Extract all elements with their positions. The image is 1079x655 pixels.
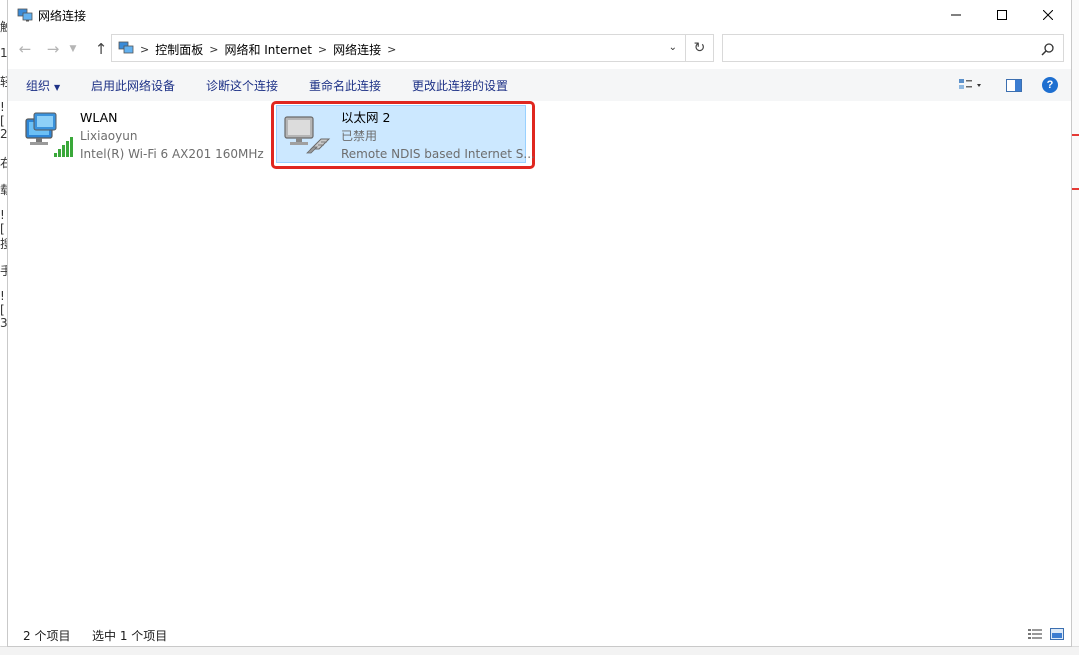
connection-status: Lixiaoyun <box>80 129 138 143</box>
connections-list: WLAN Lixiaoyun Intel(R) Wi-Fi 6 AX201 16… <box>8 101 1071 621</box>
close-icon <box>1043 10 1053 20</box>
navigation-bar: ← → ▼ ↑ > 控制面板 > 网络和 Internet > 网络连接 > ⌄… <box>8 34 1071 64</box>
address-bar[interactable]: > 控制面板 > 网络和 Internet > 网络连接 > ⌄ <box>111 34 686 62</box>
view-options-icon <box>959 79 981 89</box>
chevron-right-icon[interactable]: > <box>209 43 218 56</box>
enable-device-button[interactable]: 启用此网络设备 <box>91 77 175 94</box>
recent-locations-button[interactable]: ▼ <box>66 40 80 58</box>
background-document-right <box>1071 0 1079 654</box>
status-bar: 2 个项目 选中 1 个项目 <box>8 622 1071 646</box>
preview-pane-icon <box>1006 78 1022 92</box>
network-connections-window: 网络连接 ← → ▼ ↑ > 控制面板 > 网络和 Internet > 网络连… <box>8 0 1071 646</box>
close-button[interactable] <box>1025 0 1071 30</box>
arrow-up-icon: ↑ <box>94 40 108 58</box>
search-input[interactable] <box>722 34 1064 62</box>
item-count: 2 个项目 <box>23 629 71 643</box>
control-panel-icon <box>118 41 134 54</box>
maximize-icon <box>997 10 1007 20</box>
breadcrumb-item-network-connections[interactable]: 网络连接 <box>333 41 381 58</box>
back-button[interactable]: ← <box>14 40 36 58</box>
chevron-right-icon[interactable]: > <box>318 43 327 56</box>
details-view-icon[interactable] <box>1028 628 1042 640</box>
background-text: 1 <box>0 46 8 60</box>
breadcrumb-item-control-panel[interactable]: 控制面板 <box>155 41 203 58</box>
help-icon: ? <box>1042 77 1058 93</box>
selected-count: 选中 1 个项目 <box>92 629 168 643</box>
tiles-view-icon[interactable] <box>1050 628 1064 640</box>
connection-status: 已禁用 <box>341 129 378 143</box>
command-bar: 组织 ▼ 启用此网络设备 诊断这个连接 重命名此连接 更改此连接的设置 ? <box>8 69 1071 101</box>
breadcrumb: > 控制面板 > 网络和 Internet > 网络连接 > <box>140 41 396 58</box>
organize-menu[interactable]: 组织 ▼ <box>26 77 60 94</box>
up-button[interactable]: ↑ <box>90 40 112 58</box>
organize-label: 组织 <box>26 79 51 93</box>
background-text: 3 <box>0 316 8 330</box>
connection-item-wlan[interactable]: WLAN Lixiaoyun Intel(R) Wi-Fi 6 AX201 16… <box>16 103 271 165</box>
change-settings-button[interactable]: 更改此连接的设置 <box>412 77 508 94</box>
title-bar[interactable]: 网络连接 <box>8 0 1071 30</box>
connection-device: Intel(R) Wi-Fi 6 AX201 160MHz <box>80 147 264 161</box>
minimize-button[interactable] <box>933 0 979 30</box>
background-text: ![ <box>0 100 5 128</box>
arrow-left-icon: ← <box>18 40 32 58</box>
network-connections-icon <box>17 8 33 22</box>
chevron-down-icon: ▼ <box>69 44 77 54</box>
minimize-icon <box>951 14 961 16</box>
refresh-icon: ↻ <box>693 40 706 56</box>
connection-name: WLAN <box>80 110 118 125</box>
connection-name: 以太网 2 <box>341 110 391 125</box>
diagnose-connection-button[interactable]: 诊断这个连接 <box>206 77 278 94</box>
background-text: 2 <box>0 127 8 141</box>
breadcrumb-item-network-internet[interactable]: 网络和 Internet <box>224 41 311 58</box>
connection-device: Remote NDIS based Internet S... <box>341 147 535 161</box>
address-history-dropdown[interactable]: ⌄ <box>669 42 677 53</box>
maximize-button[interactable] <box>979 0 1025 30</box>
caret-down-icon: ▼ <box>54 83 61 92</box>
help-button[interactable]: ? <box>1040 75 1060 95</box>
wifi-network-icon <box>25 112 73 157</box>
background-text: ![ <box>0 289 5 317</box>
background-text: ![ <box>0 208 5 236</box>
chevron-right-icon[interactable]: > <box>387 43 396 56</box>
refresh-button[interactable]: ↻ <box>686 34 714 62</box>
connection-item-ethernet-2[interactable]: 以太网 2 已禁用 Remote NDIS based Internet S..… <box>271 101 535 169</box>
forward-button[interactable]: → <box>42 40 64 58</box>
rename-connection-button[interactable]: 重命名此连接 <box>309 77 381 94</box>
ethernet-disabled-icon <box>284 116 331 154</box>
chevron-right-icon: > <box>140 43 150 56</box>
change-view-button[interactable] <box>952 75 988 95</box>
search-icon <box>1041 43 1054 56</box>
arrow-right-icon: → <box>46 40 60 58</box>
preview-pane-button[interactable] <box>1002 75 1026 95</box>
window-title: 网络连接 <box>38 9 87 23</box>
